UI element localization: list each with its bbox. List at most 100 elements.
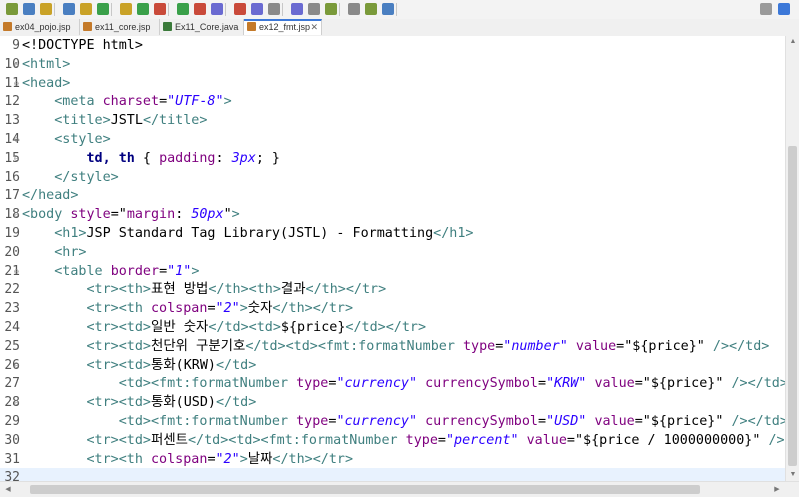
code-line[interactable]: 26 ⊖ <tr><td>통화(KRW)</td> bbox=[0, 356, 785, 375]
code-line[interactable]: 14 ⊖ <style> bbox=[0, 130, 785, 149]
run-icon-2[interactable] bbox=[40, 3, 52, 15]
search-icon-2[interactable] bbox=[211, 3, 223, 15]
server-icon[interactable] bbox=[120, 3, 132, 15]
debug-icon-1[interactable] bbox=[80, 3, 92, 15]
code-line[interactable]: 23 <tr><th colspan="2">숫자</th></tr> bbox=[0, 299, 785, 318]
tab-ex12-fmt-jsp[interactable]: ex12_fmt.jsp ✕ bbox=[244, 19, 322, 35]
fold-toggle-icon[interactable]: ⊖ bbox=[14, 74, 19, 93]
token-attr: currencySymbol bbox=[425, 414, 538, 429]
token-x bbox=[22, 170, 54, 185]
file-icon bbox=[163, 22, 172, 31]
fold-toggle-icon[interactable]: ⊖ bbox=[14, 130, 19, 149]
scroll-down-arrow-icon[interactable]: ▼ bbox=[786, 469, 799, 481]
token-attr: border bbox=[110, 263, 160, 279]
main-toolbar bbox=[0, 0, 799, 20]
run-icon[interactable] bbox=[6, 3, 18, 15]
token-x bbox=[22, 132, 54, 147]
code-text: <tr><td>천단위 구분기호</td><td><fmt:formatNumb… bbox=[22, 337, 770, 356]
code-line[interactable]: 12 <meta charset="UTF-8"> bbox=[0, 92, 785, 111]
forward-icon-2[interactable] bbox=[325, 3, 337, 15]
server-icon-1[interactable] bbox=[137, 3, 149, 15]
scroll-up-arrow-icon[interactable]: ▲ bbox=[786, 36, 799, 48]
perspective-icon[interactable] bbox=[348, 3, 360, 15]
code-line[interactable]: 9 <!DOCTYPE html> bbox=[0, 36, 785, 55]
code-line[interactable]: 24 <tr><td>일반 숫자</td><td>${price}</td></… bbox=[0, 318, 785, 337]
tab-ex04-pojo-jsp[interactable]: ex04_pojo.jsp bbox=[0, 19, 80, 35]
code-line[interactable]: 20 <hr> bbox=[0, 243, 785, 262]
code-line[interactable]: 25 <tr><td>천단위 구분기호</td><td><fmt:formatN… bbox=[0, 337, 785, 356]
token-t: 표현 방법 bbox=[151, 282, 209, 298]
code-line[interactable]: 22 <tr><th>표현 방법</th><th>결과</th></tr> bbox=[0, 280, 785, 299]
token-tag: <h1> bbox=[54, 226, 87, 241]
scroll-right-arrow-icon[interactable]: ▶ bbox=[771, 483, 783, 496]
code-line[interactable]: 28 ⊖ <tr><td>통화(USD)</td> bbox=[0, 393, 785, 412]
token-val: "1" bbox=[167, 263, 192, 279]
token-val: "number" bbox=[503, 338, 568, 354]
back-icon-1[interactable] bbox=[251, 3, 263, 15]
perspective-java-icon[interactable] bbox=[760, 3, 772, 15]
code-line[interactable]: 27 <td><fmt:formatNumber type = "currency"… bbox=[0, 374, 785, 393]
search-icon[interactable] bbox=[177, 3, 189, 15]
scroll-left-arrow-icon[interactable]: ◀ bbox=[2, 483, 14, 496]
token-t: JSP Standard Tag Library(JSTL) - Formatt… bbox=[86, 226, 434, 241]
line-number: 25 bbox=[4, 338, 20, 354]
horizontal-scrollbar[interactable]: ◀ ▶ bbox=[0, 481, 799, 497]
code-line[interactable]: 11 ⊖ <head> bbox=[0, 74, 785, 93]
line-number: 32 bbox=[4, 470, 20, 481]
debug-icon-2[interactable] bbox=[97, 3, 109, 15]
toolbar-separator bbox=[339, 3, 340, 16]
code-line[interactable]: 17 </head> bbox=[0, 186, 785, 205]
line-number: 20 bbox=[4, 244, 20, 260]
code-line[interactable]: 15 ⊖ td, th { padding: 3px; } bbox=[0, 149, 785, 168]
perspective-icon-1[interactable] bbox=[365, 3, 377, 15]
code-line[interactable]: 13 <title>JSTL</title> bbox=[0, 111, 785, 130]
code-line[interactable]: 31 <tr><th colspan="2">날짜</th></tr> bbox=[0, 450, 785, 469]
debug-icon[interactable] bbox=[63, 3, 75, 15]
forward-icon-1[interactable] bbox=[308, 3, 320, 15]
token-t: 퍼센트 bbox=[151, 432, 188, 448]
token-x bbox=[22, 376, 119, 391]
fold-toggle-icon[interactable]: ⊖ bbox=[14, 393, 19, 412]
token-x bbox=[22, 452, 87, 467]
fold-toggle-icon[interactable]: ⊖ bbox=[14, 149, 19, 168]
forward-icon[interactable] bbox=[291, 3, 303, 15]
code-line[interactable]: 19 <h1>JSP Standard Tag Library(JSTL) - … bbox=[0, 224, 785, 243]
token-attr: value bbox=[594, 414, 635, 429]
back-icon[interactable] bbox=[234, 3, 246, 15]
code-line[interactable]: 32 bbox=[0, 468, 785, 481]
token-t: 일반 숫자 bbox=[151, 320, 209, 335]
code-line[interactable]: 18 ⊖ <body style="margin: 50px"> bbox=[0, 205, 785, 224]
code-line[interactable]: 21 ⊖ <table border="1"> bbox=[0, 262, 785, 281]
search-icon-1[interactable] bbox=[194, 3, 206, 15]
run-icon-1[interactable] bbox=[23, 3, 35, 15]
fold-toggle-icon[interactable]: ⊖ bbox=[14, 356, 19, 375]
toolbar-separator bbox=[168, 3, 169, 16]
fold-toggle-icon[interactable]: ⊖ bbox=[14, 262, 19, 281]
back-icon-2[interactable] bbox=[268, 3, 280, 15]
code-line[interactable]: 10 ⊖ <html> bbox=[0, 55, 785, 74]
perspective-web-icon[interactable] bbox=[778, 3, 790, 15]
horizontal-scroll-thumb[interactable] bbox=[30, 485, 700, 494]
line-number: 24 bbox=[4, 320, 20, 335]
tab-label: Ex11_Core.java bbox=[175, 22, 239, 32]
token-t: =" bbox=[110, 207, 127, 223]
tab-ex11-core-java[interactable]: Ex11_Core.java bbox=[160, 19, 244, 35]
code-editor[interactable]: 9 <!DOCTYPE html> 10 ⊖ <html> 11 ⊖ <head> 12 <me… bbox=[0, 36, 785, 481]
token-tag: > bbox=[191, 263, 200, 279]
code-text: <table border="1"> bbox=[22, 262, 199, 281]
close-tab-icon[interactable]: ✕ bbox=[310, 21, 318, 34]
vertical-scrollbar[interactable]: ▲ ▼ bbox=[785, 36, 799, 481]
code-line[interactable]: 30 <tr><td>퍼센트</td><td><fmt:formatNumber… bbox=[0, 431, 785, 450]
server-icon-2[interactable] bbox=[154, 3, 166, 15]
fold-toggle-icon[interactable]: ⊖ bbox=[14, 55, 19, 74]
token-attr: currencySymbol bbox=[425, 376, 538, 392]
tab-ex11-core-jsp[interactable]: ex11_core.jsp bbox=[80, 19, 160, 35]
fold-toggle-icon[interactable]: ⊖ bbox=[14, 205, 19, 224]
perspective-icon-2[interactable] bbox=[382, 3, 394, 15]
token-val: "percent" bbox=[445, 432, 519, 448]
code-line[interactable]: 29 <td><fmt:formatNumber type = "currency"… bbox=[0, 412, 785, 431]
code-line[interactable]: 16 </style> bbox=[0, 168, 785, 187]
token-tag: <tr><td> bbox=[86, 357, 152, 373]
vertical-scroll-thumb[interactable] bbox=[788, 146, 797, 466]
code-text: <tr><th>표현 방법</th><th>결과</th></tr> bbox=[22, 280, 387, 299]
